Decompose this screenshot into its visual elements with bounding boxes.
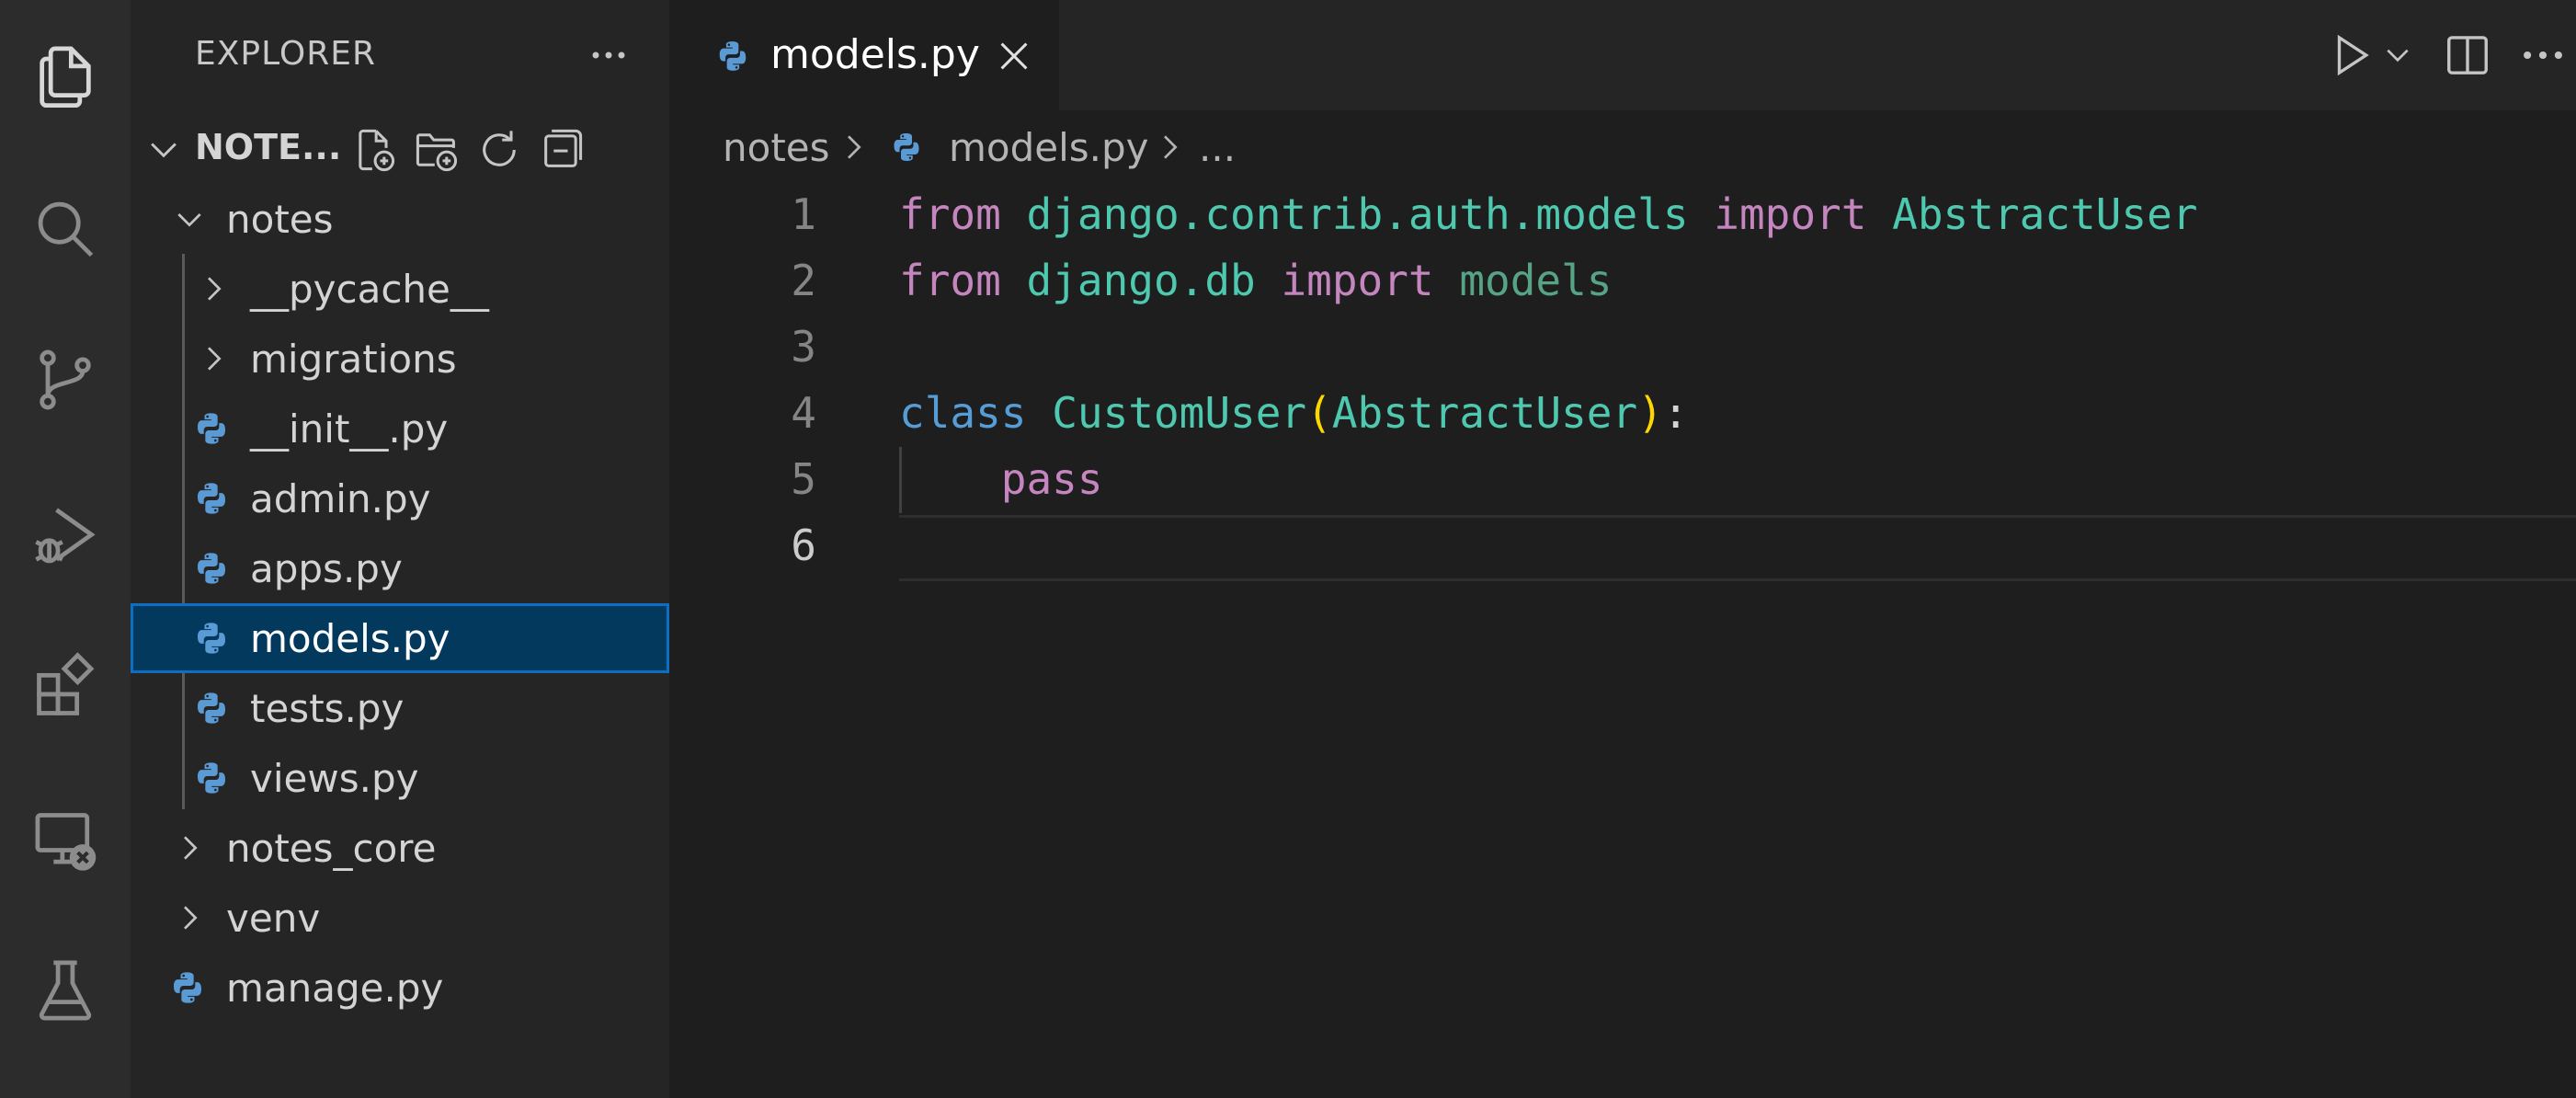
line-number: 1 [791,189,816,239]
tree-file-admin[interactable]: admin.py [131,463,669,533]
chevron-right-icon [184,836,198,860]
python-file-icon [894,133,919,161]
python-file-icon [198,553,225,584]
close-icon[interactable] [993,35,1035,77]
collapse-all-icon[interactable] [535,123,588,177]
code-line: 4 class CustomUser(AbstractUser): [669,379,2576,445]
tree-folder-notes[interactable]: notes [131,184,669,254]
chevron-right-icon [848,135,861,159]
tree-item-label: __init__.py [250,406,449,452]
remote-explorer-icon[interactable] [0,791,131,892]
tree-folder-notes-core[interactable]: notes_core [131,813,669,883]
workspace-section-header[interactable]: NOTE... [131,114,669,184]
explorer-title: EXPLORER [195,35,376,73]
tree-item-label: tests.py [250,685,405,731]
testing-icon[interactable] [0,940,131,1041]
code-line: 5 pass [669,445,2576,511]
code-text: pass [1000,454,1103,504]
activity-bar [0,0,131,1098]
chevron-down-icon [177,213,201,227]
tree-file-apps[interactable]: apps.py [131,533,669,603]
python-file-icon [198,413,225,444]
chevron-right-icon [1164,135,1178,159]
editor-area: models.py notes models.py ... 1 from dja… [669,0,2576,1098]
new-folder-icon[interactable] [410,123,463,177]
tree-item-label: views.py [250,755,419,801]
python-file-icon [174,972,201,1003]
tree-item-label: notes_core [226,825,437,871]
refresh-icon[interactable] [473,123,526,177]
chevron-right-icon [208,347,222,371]
more-actions-icon[interactable] [2515,28,2570,83]
tree-folder-migrations[interactable]: migrations [131,324,669,394]
tree-item-label: apps.py [250,545,403,591]
tree-item-label: manage.py [226,965,444,1011]
line-number: 6 [791,520,816,570]
python-file-icon [198,762,225,794]
workspace-title: NOTE... [195,127,342,167]
tree-item-label: __pycache__ [250,266,489,312]
code-line: 2 from django.db import models [669,246,2576,313]
python-file-icon [198,623,225,654]
breadcrumb-file[interactable]: models.py [949,125,1149,170]
tree-file-models-selected[interactable]: models.py [131,603,669,673]
tree-file-views[interactable]: views.py [131,743,669,813]
code-line: 3 [669,313,2576,379]
code-line: 1 from django.contrib.auth.models import… [669,180,2576,246]
tree-item-label: notes [226,196,334,242]
code-text: from django.db import models [899,256,1613,305]
more-actions-icon[interactable] [581,28,636,83]
explorer-sidebar: EXPLORER NOTE... notes __pycache__ migra… [131,0,669,1098]
breadcrumb: notes models.py ... [669,114,2576,180]
tree-file-tests[interactable]: tests.py [131,673,669,743]
breadcrumb-symbol[interactable]: ... [1199,125,1236,170]
tree-item-label: admin.py [250,475,431,521]
line-number: 2 [791,256,816,305]
python-file-icon [719,41,747,71]
chevron-right-icon [184,906,198,930]
explorer-header: EXPLORER [131,0,669,114]
breadcrumb-folder[interactable]: notes [723,125,830,170]
tab-bar: models.py [669,0,2576,110]
line-number: 4 [791,388,816,438]
tree-folder-venv[interactable]: venv [131,883,669,953]
line-number: 3 [791,322,816,372]
tab-label: models.py [770,31,980,78]
tree-item-label: models.py [250,615,450,661]
search-icon[interactable] [0,178,131,280]
current-line-highlight [899,515,2576,581]
code-text: from django.contrib.auth.models import A… [899,189,2198,239]
line-number: 5 [791,454,816,504]
explorer-icon[interactable] [0,26,131,127]
tree-folder-pycache[interactable]: __pycache__ [131,254,669,324]
chevron-down-icon [151,143,177,158]
chevron-right-icon [208,277,222,301]
code-text: class CustomUser(AbstractUser): [899,388,1689,438]
tab-models-py[interactable]: models.py [669,0,1059,110]
tree-item-label: migrations [250,336,457,382]
python-file-icon [198,692,225,724]
tree-file-manage[interactable]: manage.py [131,953,669,1023]
run-debug-icon[interactable] [0,486,131,587]
run-dropdown-icon[interactable] [2381,28,2414,83]
extensions-icon[interactable] [0,636,131,738]
run-icon[interactable] [2324,28,2379,83]
python-file-icon [198,483,225,514]
source-control-icon[interactable] [0,329,131,430]
split-editor-icon[interactable] [2440,28,2495,83]
tree-file-init[interactable]: __init__.py [131,394,669,463]
tree-item-label: venv [226,895,321,941]
new-file-icon[interactable] [348,123,401,177]
